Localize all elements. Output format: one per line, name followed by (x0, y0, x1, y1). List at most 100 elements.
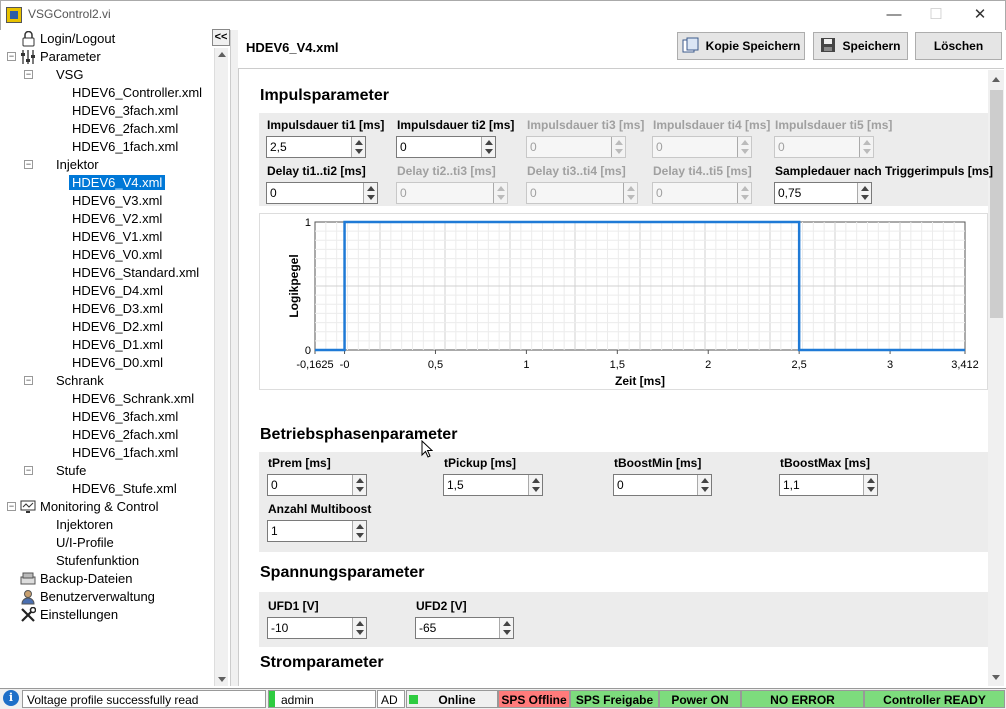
spinner-arrows[interactable] (351, 137, 365, 157)
collapse-toggle[interactable]: − (7, 502, 16, 511)
spinner-arrows[interactable] (363, 183, 377, 203)
user-name: admin (281, 693, 314, 707)
tree-item-file[interactable]: HDEV6_D2.xml (69, 318, 166, 336)
tpickup-input[interactable]: 1,5 (443, 474, 543, 496)
collapse-toggle[interactable]: − (24, 466, 33, 475)
tree-item-label: HDEV6_3fach.xml (72, 409, 179, 424)
field-value: 0 (617, 478, 624, 492)
tree-item-injektor[interactable]: Injektor (53, 156, 102, 174)
tree-item-file[interactable]: HDEV6_Standard.xml (69, 264, 202, 282)
tree-item-file[interactable]: HDEV6_2fach.xml (69, 120, 181, 138)
save-button[interactable]: Speichern (813, 32, 908, 60)
minimize-button[interactable]: — (880, 4, 908, 26)
tree-item-file[interactable]: HDEV6_V1.xml (69, 228, 165, 246)
tboostmin-input[interactable]: 0 (613, 474, 712, 496)
tree-item-file[interactable]: HDEV6_Schrank.xml (69, 390, 197, 408)
tree-item-parameter[interactable]: Parameter (20, 48, 104, 66)
sampledauer-input[interactable]: 0,75 (774, 182, 872, 204)
tree-item-vsg[interactable]: VSG (53, 66, 86, 84)
tree-item-label: HDEV6_2fach.xml (72, 427, 179, 442)
field-value: 0 (530, 186, 537, 200)
tree-item-stufenfunktion[interactable]: Stufenfunktion (53, 552, 142, 570)
spinner-arrows[interactable] (697, 475, 711, 495)
tree-item-settings[interactable]: Einstellungen (20, 606, 121, 624)
copy-save-button[interactable]: Kopie Speichern (677, 32, 805, 60)
tree-item-file[interactable]: HDEV6_3fach.xml (69, 408, 181, 426)
x-tick-label: 2 (705, 359, 711, 371)
tree-item-file[interactable]: HDEV6_3fach.xml (69, 102, 181, 120)
tree-item-file[interactable]: HDEV6_V2.xml (69, 210, 165, 228)
spinner-arrows[interactable] (352, 475, 366, 495)
tree-item-file[interactable]: HDEV6_2fach.xml (69, 426, 181, 444)
impulsdauer-ti2-input[interactable]: 0 (396, 136, 496, 158)
spinner-arrows[interactable] (863, 475, 877, 495)
collapse-sidebar-button[interactable]: << (212, 29, 230, 46)
tree-item-monitoring[interactable]: Monitoring & Control (20, 498, 162, 516)
spinner-arrows[interactable] (499, 618, 513, 638)
tree-item-label: HDEV6_Stufe.xml (72, 481, 177, 496)
tree-item-users[interactable]: Benutzerverwaltung (20, 588, 158, 606)
maximize-button[interactable]: ☐ (922, 4, 950, 26)
tree-item-injektoren[interactable]: Injektoren (53, 516, 116, 534)
tree-item-ui-profile[interactable]: U/I-Profile (53, 534, 117, 552)
x-tick-label: 3,412 (951, 359, 979, 371)
field-label: UFD1 [V] (268, 599, 319, 613)
field-value: 1,5 (447, 478, 464, 492)
tree-item-file[interactable]: HDEV6_D4.xml (69, 282, 166, 300)
scrollbar-thumb[interactable] (990, 90, 1003, 318)
field-label: Sampledauer nach Triggerimpuls [ms] (775, 164, 994, 178)
tree-item-label: HDEV6_D0.xml (72, 355, 164, 370)
tree-item-stufe[interactable]: Stufe (53, 462, 89, 480)
delete-button[interactable]: Löschen (915, 32, 1002, 60)
x-axis-label: Zeit [ms] (615, 374, 665, 388)
tree-item-file[interactable]: HDEV6_D1.xml (69, 336, 166, 354)
section-title-strom: Stromparameter (260, 654, 384, 671)
user-indicator (269, 691, 275, 707)
anzahl-multiboost-input[interactable]: 1 (267, 520, 367, 542)
x-tick-label: 2,5 (792, 359, 807, 371)
tree-item-file[interactable]: HDEV6_D3.xml (69, 300, 166, 318)
tree-item-file[interactable]: HDEV6_D0.xml (69, 354, 166, 372)
tree-item-file[interactable]: HDEV6_1fach.xml (69, 444, 181, 462)
tree-item-file-selected[interactable]: HDEV6_V4.xml (69, 174, 166, 192)
field-label: Delay ti3..ti4 [ms] (527, 164, 626, 178)
tree-item-label: Stufenfunktion (56, 553, 140, 568)
tree-item-file[interactable]: HDEV6_V3.xml (69, 192, 165, 210)
close-button[interactable]: ✕ (966, 4, 994, 26)
tree-item-label: VSG (56, 67, 84, 82)
collapse-toggle[interactable]: − (24, 376, 33, 385)
splitter[interactable] (230, 30, 238, 686)
ufd2-input[interactable]: -65 (415, 617, 514, 639)
delay-ti1-ti2-input[interactable]: 0 (266, 182, 378, 204)
spinner-arrows[interactable] (352, 521, 366, 541)
spinner-arrows[interactable] (528, 475, 542, 495)
spinner-arrows (623, 183, 637, 203)
field-value: 1 (271, 524, 278, 538)
field-value: 0 (656, 186, 663, 200)
tree-item-label: HDEV6_1fach.xml (72, 445, 179, 460)
tree-item-file[interactable]: HDEV6_Controller.xml (69, 84, 205, 102)
ufd1-input[interactable]: -10 (267, 617, 367, 639)
collapse-toggle[interactable]: − (24, 70, 33, 79)
spinner-arrows[interactable] (481, 137, 495, 157)
tree-item-file[interactable]: HDEV6_V0.xml (69, 246, 165, 264)
tprem-input[interactable]: 0 (267, 474, 367, 496)
spinner-arrows[interactable] (857, 183, 871, 203)
field-value: 0 (400, 140, 407, 154)
pulse-chart: -0,1625 -0 0,5 1 1,5 2 2,5 3 3,412 0 1 Zeit [ms] Log… (259, 213, 988, 390)
tree-item-login[interactable]: Login/Logout (20, 30, 118, 48)
tboostmax-input[interactable]: 1,1 (779, 474, 878, 496)
tree-item-label: Parameter (40, 49, 101, 64)
tree-item-schrank[interactable]: Schrank (53, 372, 107, 390)
tree-item-file[interactable]: HDEV6_Stufe.xml (69, 480, 180, 498)
mouse-cursor-icon (421, 439, 434, 461)
collapse-toggle[interactable]: − (24, 160, 33, 169)
spinner-arrows[interactable] (352, 618, 366, 638)
sidebar-scrollbar[interactable] (214, 48, 228, 686)
collapse-toggle[interactable]: − (7, 52, 16, 61)
impulsdauer-ti1-input[interactable]: 2,5 (266, 136, 366, 158)
tree-item-backup[interactable]: Backup-Dateien (20, 570, 136, 588)
field-value: 0 (400, 186, 407, 200)
field-value: 0 (530, 140, 537, 154)
tree-item-file[interactable]: HDEV6_1fach.xml (69, 138, 181, 156)
